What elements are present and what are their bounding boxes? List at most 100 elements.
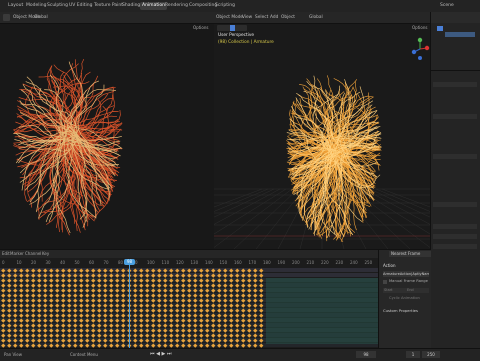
keyframe-diamond[interactable] (217, 333, 222, 338)
keyframe-diamond[interactable] (61, 338, 66, 343)
snap-dropdown[interactable]: Nearest Frame (389, 251, 431, 257)
keyframe-diamond[interactable] (49, 323, 54, 328)
keyframe-diamond[interactable] (259, 273, 264, 278)
keyframe-diamond[interactable] (121, 278, 126, 283)
keyframe-diamond[interactable] (157, 318, 162, 323)
action-name-field[interactable]: ArmatureAction|AptlyName (383, 271, 429, 277)
keyframe-diamond[interactable] (13, 288, 18, 293)
keyframe-diamond[interactable] (193, 303, 198, 308)
keyframe-diamond[interactable] (205, 288, 210, 293)
keyframe-diamond[interactable] (115, 338, 120, 343)
keyframe-diamond[interactable] (139, 318, 144, 323)
keyframe-diamond[interactable] (181, 338, 186, 343)
keyframe-diamond[interactable] (13, 278, 18, 283)
keyframe-diamond[interactable] (199, 273, 204, 278)
current-frame-field[interactable]: 98 (356, 351, 376, 358)
keyframe-diamond[interactable] (97, 313, 102, 318)
keyframe-diamond[interactable] (133, 343, 138, 348)
keyframe-diamond[interactable] (43, 318, 48, 323)
keyframe-diamond[interactable] (175, 333, 180, 338)
keyframe-diamond[interactable] (145, 293, 150, 298)
keyframe-diamond[interactable] (61, 288, 66, 293)
keyframe-diamond[interactable] (223, 293, 228, 298)
keyframe-diamond[interactable] (1, 328, 6, 333)
keyframe-diamond[interactable] (163, 313, 168, 318)
keyframe-diamond[interactable] (91, 313, 96, 318)
workspace-tab-scripting[interactable]: Scripting (213, 2, 237, 10)
keyframe-diamond[interactable] (49, 283, 54, 288)
keyframe-diamond[interactable] (37, 313, 42, 318)
keyframe-diamond[interactable] (1, 273, 6, 278)
keyframe-diamond[interactable] (73, 273, 78, 278)
keyframe-diamond[interactable] (229, 288, 234, 293)
keyframe-diamond[interactable] (133, 283, 138, 288)
keyframe-diamond[interactable] (103, 298, 108, 303)
keyframe-diamond[interactable] (37, 303, 42, 308)
keyframe-diamond[interactable] (163, 323, 168, 328)
keyframe-diamond[interactable] (253, 283, 258, 288)
keyframe-diamond[interactable] (49, 313, 54, 318)
keyframe-diamond[interactable] (193, 283, 198, 288)
keyframe-diamond[interactable] (43, 278, 48, 283)
keyframe-diamond[interactable] (175, 268, 180, 273)
keyframe-diamond[interactable] (247, 338, 252, 343)
keyframe-diamond[interactable] (157, 333, 162, 338)
keyframe-diamond[interactable] (169, 338, 174, 343)
keyframe-diamond[interactable] (43, 328, 48, 333)
keyframe-diamond[interactable] (49, 333, 54, 338)
keyframe-diamond[interactable] (67, 308, 72, 313)
keyframe-diamond[interactable] (1, 318, 6, 323)
keyframe-diamond[interactable] (91, 283, 96, 288)
keyframe-diamond[interactable] (151, 273, 156, 278)
keyframe-diamond[interactable] (91, 338, 96, 343)
keyframe-diamond[interactable] (223, 268, 228, 273)
keyframe-diamond[interactable] (103, 338, 108, 343)
keyframe-diamond[interactable] (133, 333, 138, 338)
keyframe-diamond[interactable] (205, 293, 210, 298)
start-field[interactable]: Start (383, 288, 406, 293)
keyframe-diamond[interactable] (91, 308, 96, 313)
keyframe-diamond[interactable] (133, 268, 138, 273)
keyframe-diamond[interactable] (241, 298, 246, 303)
keyframe-diamond[interactable] (169, 308, 174, 313)
keyframe-diamond[interactable] (103, 268, 108, 273)
keyframe-diamond[interactable] (7, 338, 12, 343)
keyframe-diamond[interactable] (109, 308, 114, 313)
keyframe-diamond[interactable] (163, 268, 168, 273)
keyframe-diamond[interactable] (217, 273, 222, 278)
keyframe-diamond[interactable] (253, 293, 258, 298)
keyframe-diamond[interactable] (217, 338, 222, 343)
keyframe-diamond[interactable] (229, 273, 234, 278)
keyframe-diamond[interactable] (85, 303, 90, 308)
keyframe-diamond[interactable] (55, 308, 60, 313)
keyframe-diamond[interactable] (187, 308, 192, 313)
keyframe-diamond[interactable] (133, 318, 138, 323)
keyframe-diamond[interactable] (43, 273, 48, 278)
keyframe-diamond[interactable] (55, 278, 60, 283)
keyframe-diamond[interactable] (217, 288, 222, 293)
keyframe-diamond[interactable] (175, 308, 180, 313)
keyframe-diamond[interactable] (7, 293, 12, 298)
keyframe-diamond[interactable] (139, 293, 144, 298)
workspace-tab-uv-editing[interactable]: UV Editing (67, 2, 94, 10)
keyframe-diamond[interactable] (229, 328, 234, 333)
keyframe-diamond[interactable] (103, 323, 108, 328)
keyframe-diamond[interactable] (163, 288, 168, 293)
keyframe-diamond[interactable] (205, 273, 210, 278)
keyframe-diamond[interactable] (37, 318, 42, 323)
keyframe-diamond[interactable] (193, 288, 198, 293)
keyframe-diamond[interactable] (7, 278, 12, 283)
keyframe-diamond[interactable] (97, 308, 102, 313)
keyframe-diamond[interactable] (121, 308, 126, 313)
keyframe-diamond[interactable] (253, 268, 258, 273)
keyframe-diamond[interactable] (139, 333, 144, 338)
keyframe-diamond[interactable] (31, 283, 36, 288)
keyframe-diamond[interactable] (259, 328, 264, 333)
keyframe-diamond[interactable] (61, 303, 66, 308)
keyframe-diamond[interactable] (187, 328, 192, 333)
keyframe-diamond[interactable] (217, 298, 222, 303)
keyframe-diamond[interactable] (205, 343, 210, 348)
keyframe-diamond[interactable] (73, 288, 78, 293)
keyframe-diamond[interactable] (133, 288, 138, 293)
keyframe-diamond[interactable] (163, 333, 168, 338)
